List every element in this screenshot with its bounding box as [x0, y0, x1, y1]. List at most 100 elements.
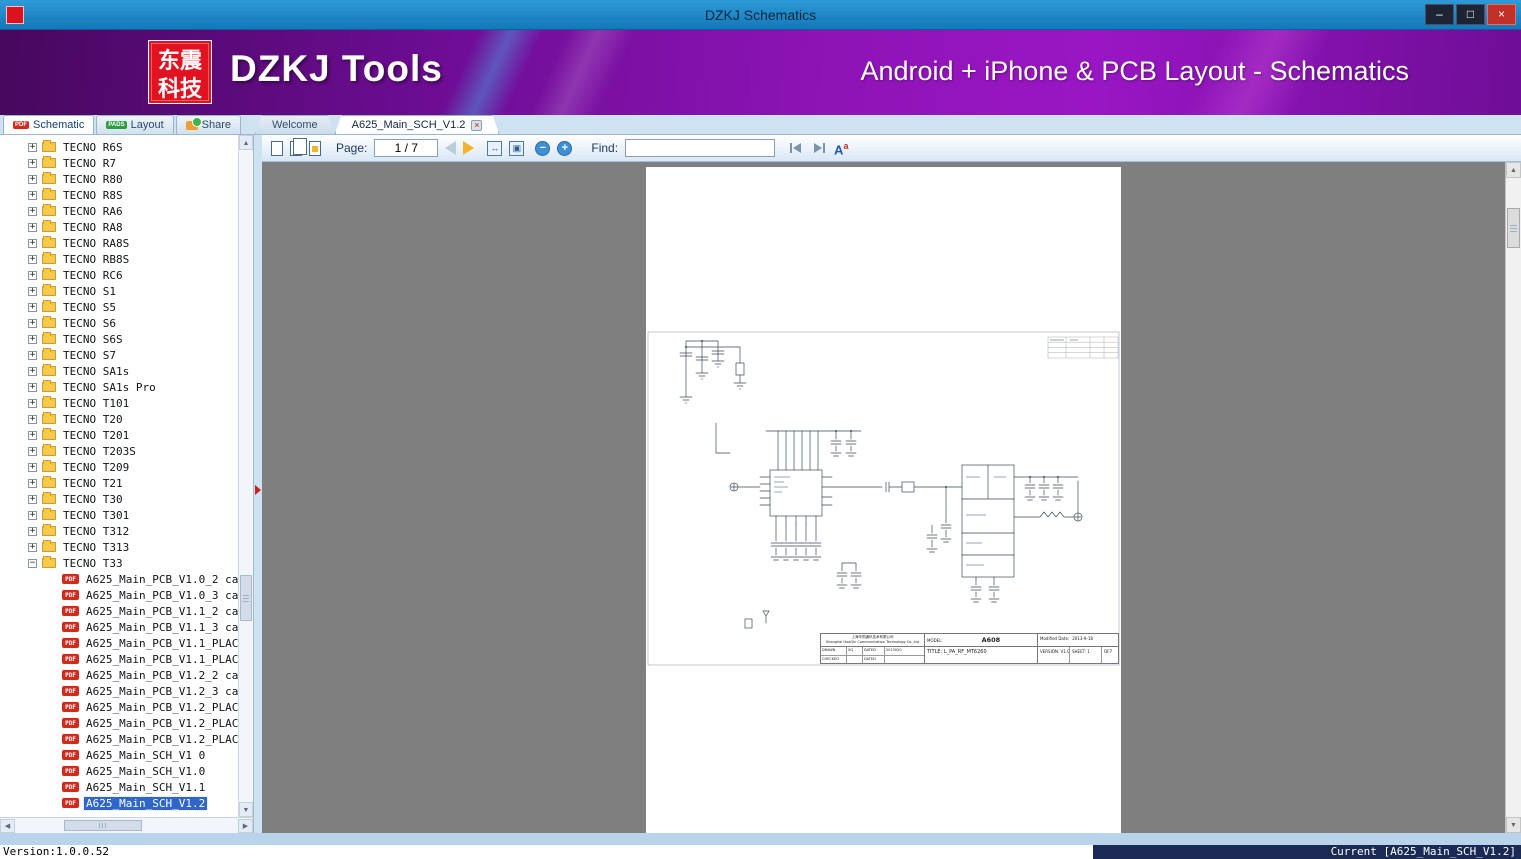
tree-item[interactable]: + PDF TECNO T312 — [0, 523, 253, 539]
tree-expander-icon[interactable]: + — [28, 366, 37, 376]
tree-expander-icon[interactable]: + — [28, 430, 37, 440]
tree-item[interactable]: PDF A625_Main_PCB_V1.1_2 car — [0, 603, 253, 619]
tree-item[interactable]: + PDF TECNO R8S — [0, 187, 253, 203]
tree-item[interactable]: PDF A625_Main_SCH_V1.0 — [0, 763, 253, 779]
tree-item-label[interactable]: TECNO SA1s Pro — [61, 381, 158, 394]
tree-item[interactable]: + PDF TECNO R6S — [0, 139, 253, 155]
tree-item[interactable]: PDF A625_Main_PCB_V1.2_PLACEM — [0, 715, 253, 731]
tree-expander-icon[interactable]: + — [28, 222, 37, 232]
tree-item-label[interactable]: TECNO T20 — [61, 413, 125, 426]
tree-expander-icon[interactable]: + — [28, 382, 37, 392]
tree-expander-icon[interactable]: + — [28, 462, 37, 472]
tree-item[interactable]: + PDF TECNO T201 — [0, 427, 253, 443]
tree-item-label[interactable]: TECNO R80 — [61, 173, 125, 186]
tree-item-label[interactable]: TECNO RA6 — [61, 205, 125, 218]
tab-layout[interactable]: PADS Layout — [96, 115, 174, 134]
tree-item[interactable]: PDF A625_Main_PCB_V1.0_3 car — [0, 587, 253, 603]
tree-item-label[interactable]: TECNO S5 — [61, 301, 118, 314]
tree-item[interactable]: PDF A625_Main_PCB_V1.1_3 car — [0, 619, 253, 635]
tree-item[interactable]: + PDF TECNO T301 — [0, 507, 253, 523]
tree-item[interactable]: + PDF TECNO SA1s Pro — [0, 379, 253, 395]
tree-expander-icon[interactable]: + — [28, 142, 37, 152]
splitter-collapse-icon[interactable] — [255, 485, 261, 495]
zoom-out-icon[interactable]: − — [535, 140, 551, 156]
tree-expander-icon[interactable]: + — [28, 398, 37, 408]
tree-expander-icon[interactable]: + — [28, 270, 37, 280]
tree-expander-icon[interactable]: + — [28, 510, 37, 520]
close-button[interactable]: × — [1487, 4, 1516, 25]
sidebar-hscrollbar[interactable]: ◀ ▶ — [0, 817, 253, 833]
tree-item-label[interactable]: TECNO T312 — [61, 525, 131, 538]
tree-expander-icon[interactable]: + — [28, 542, 37, 552]
sidebar-vscrollbar[interactable]: ▲ ▼ — [238, 135, 253, 817]
tree-expander-icon[interactable]: + — [28, 478, 37, 488]
tree-item-label[interactable]: TECNO T30 — [61, 493, 125, 506]
scroll-left-icon[interactable]: ◀ — [0, 819, 15, 833]
tree-item-label[interactable]: A625_Main_PCB_V1.2_PLACEM — [84, 701, 253, 714]
tree-item-label[interactable]: TECNO R6S — [61, 141, 125, 154]
tree-item[interactable]: + PDF TECNO S6 — [0, 315, 253, 331]
tree-item-label[interactable]: TECNO T33 — [61, 557, 125, 570]
sidebar-vscroll-thumb[interactable] — [240, 575, 252, 621]
tree-item[interactable]: + PDF TECNO S7 — [0, 347, 253, 363]
tree-expander-icon[interactable]: + — [28, 190, 37, 200]
tree-item-label[interactable]: A625_Main_SCH_V1.1 — [84, 781, 207, 794]
tree-item-label[interactable]: A625_Main_SCH_V1.0 — [84, 765, 207, 778]
match-case-icon[interactable]: Aa — [834, 140, 848, 156]
tree-item[interactable]: + PDF TECNO RA8S — [0, 235, 253, 251]
tree-item-label[interactable]: A625_Main_PCB_V1.1_PLACEM — [84, 653, 253, 666]
tree-expander-icon[interactable]: + — [28, 206, 37, 216]
tab-share[interactable]: Share — [175, 115, 241, 134]
tree-item-label[interactable]: TECNO S6 — [61, 317, 118, 330]
viewer-scroll-up-icon[interactable]: ▲ — [1506, 162, 1521, 178]
fit-page-icon[interactable]: ▣ — [509, 140, 525, 156]
tab-schematic[interactable]: PDF Schematic — [3, 115, 95, 134]
tree-item-label[interactable]: TECNO SA1s — [61, 365, 131, 378]
tree-expander-icon[interactable]: + — [28, 414, 37, 424]
tree-item[interactable]: PDF A625_Main_PCB_V1.1_PLACEM — [0, 651, 253, 667]
tree-item[interactable]: PDF A625_Main_PCB_V1.0_2 car — [0, 571, 253, 587]
tree-item[interactable]: + PDF TECNO SA1s — [0, 363, 253, 379]
next-page-icon[interactable] — [463, 141, 475, 155]
tree-item[interactable]: PDF A625_Main_SCH_V1.1 — [0, 779, 253, 795]
tree-item-label[interactable]: TECNO R8S — [61, 189, 125, 202]
tab-document-active[interactable]: A625_Main_SCH_V1.2 × — [335, 115, 500, 134]
tree-item[interactable]: + PDF TECNO R80 — [0, 171, 253, 187]
tree-expander-icon[interactable]: + — [28, 334, 37, 344]
tree-item-label[interactable]: TECNO T201 — [61, 429, 131, 442]
tree-item[interactable]: PDF A625_Main_PCB_V1.2_2 car — [0, 667, 253, 683]
tree-item-label[interactable]: TECNO RA8 — [61, 221, 125, 234]
tree-item-label[interactable]: TECNO S7 — [61, 349, 118, 362]
tree-item[interactable]: + PDF TECNO T21 — [0, 475, 253, 491]
close-tab-icon[interactable]: × — [471, 120, 482, 131]
maximize-button[interactable]: □ — [1456, 4, 1485, 25]
tree-item-label[interactable]: A625_Main_PCB_V1.1_2 car — [84, 605, 247, 618]
viewer-vscroll-thumb[interactable] — [1507, 208, 1520, 248]
tree-expander-icon[interactable]: + — [28, 318, 37, 328]
viewer-scroll-down-icon[interactable]: ▼ — [1506, 817, 1521, 833]
zoom-in-icon[interactable]: + — [557, 140, 573, 156]
single-page-view-icon[interactable] — [271, 140, 283, 156]
tree-item[interactable]: PDF A625_Main_SCH_V1 0 — [0, 747, 253, 763]
tree-item[interactable]: PDF A625_Main_PCB_V1.1_PLACEM — [0, 635, 253, 651]
tree-expander-icon[interactable]: + — [28, 238, 37, 248]
tree-item[interactable]: + PDF TECNO S1 — [0, 283, 253, 299]
tree-item[interactable]: + PDF TECNO S5 — [0, 299, 253, 315]
minimize-button[interactable]: – — [1425, 4, 1454, 25]
tree-item-label[interactable]: A625_Main_PCB_V1.2_3 car — [84, 685, 247, 698]
sidebar-hscroll-thumb[interactable] — [64, 820, 142, 831]
tree-item[interactable]: + PDF TECNO RA6 — [0, 203, 253, 219]
tree-item-label[interactable]: TECNO T101 — [61, 397, 131, 410]
tree-expander-icon[interactable]: + — [28, 350, 37, 360]
tree-item[interactable]: PDF A625_Main_SCH_V1.2 — [0, 795, 253, 811]
tree-item-label[interactable]: A625_Main_SCH_V1.2 — [82, 795, 209, 811]
tree-item[interactable]: + PDF TECNO T313 — [0, 539, 253, 555]
tree-expander-icon[interactable]: + — [28, 302, 37, 312]
viewer-canvas[interactable]: 上海华勤通讯技术有限公司 Shanghai HuaQin Communicati… — [262, 162, 1521, 833]
tree-item[interactable]: + PDF TECNO R7 — [0, 155, 253, 171]
sidebar-splitter[interactable] — [254, 135, 262, 833]
tree-item-label[interactable]: TECNO S1 — [61, 285, 118, 298]
tree-item[interactable]: + PDF TECNO T209 — [0, 459, 253, 475]
tree-item-label[interactable]: TECNO S6S — [61, 333, 125, 346]
tree-item-label[interactable]: A625_Main_PCB_V1.0_3 car — [84, 589, 247, 602]
